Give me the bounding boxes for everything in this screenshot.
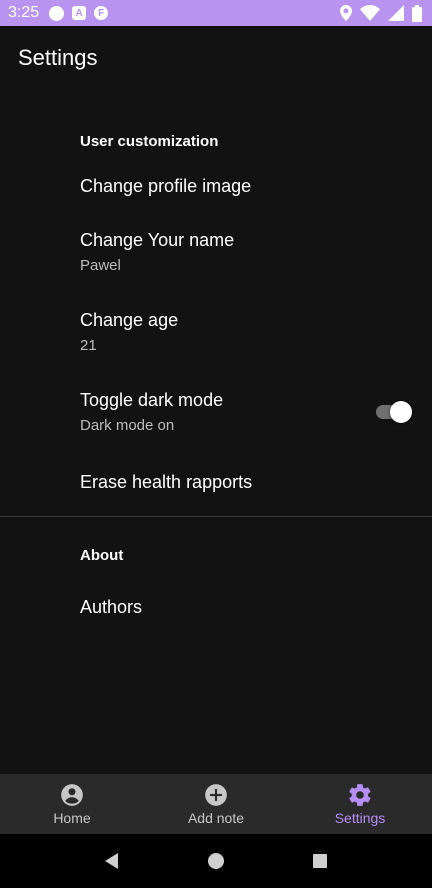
pref-title: Authors: [80, 596, 143, 617]
home-circle-icon: [208, 853, 224, 869]
system-navigation-bar: [0, 834, 432, 888]
pref-change-name[interactable]: Change Your name Pawel: [0, 212, 432, 292]
signal-icon: [388, 5, 404, 21]
nav-label: Add note: [187, 810, 245, 826]
page-title: Settings: [18, 45, 98, 70]
nav-add-note[interactable]: Add note: [144, 774, 288, 834]
pref-title: Change profile image: [80, 175, 252, 196]
back-triangle-icon: [105, 853, 118, 869]
pref-title: Change Your name: [80, 230, 235, 250]
battery-icon: [412, 4, 422, 22]
pref-authors[interactable]: Authors: [0, 574, 432, 640]
pref-summary: Dark mode on: [80, 417, 175, 434]
bottom-navigation: Home Add note Settings: [0, 774, 432, 834]
recents-button[interactable]: [300, 841, 340, 881]
app-bar: Settings: [0, 26, 432, 90]
nav-label: Home: [53, 810, 91, 826]
dark-mode-switch[interactable]: [376, 400, 412, 424]
account-circle-icon: [61, 784, 83, 806]
pref-summary: Pawel: [80, 257, 121, 274]
circle-icon: [49, 5, 65, 21]
switch-thumb: [390, 401, 412, 423]
location-icon: [340, 5, 352, 21]
pref-title: Erase health rapports: [80, 471, 253, 492]
a-icon: A: [72, 6, 87, 20]
category-about: About: [80, 547, 124, 564]
system-icons: [340, 4, 422, 22]
notification-icons: A F: [49, 5, 109, 21]
back-button[interactable]: [92, 841, 132, 881]
settings-screen: 3:25 A F Settings User customization Cha…: [0, 0, 432, 888]
nav-home[interactable]: Home: [0, 774, 144, 834]
settings-list: User customization Change profile image …: [0, 90, 432, 640]
gear-icon: [349, 784, 371, 806]
pref-change-age[interactable]: Change age 21: [0, 292, 432, 372]
status-time: 3:25: [8, 4, 40, 21]
pref-title: Toggle dark mode: [80, 390, 224, 410]
nav-label: Settings: [334, 810, 386, 826]
home-button[interactable]: [196, 841, 236, 881]
recents-square-icon: [313, 854, 327, 868]
status-bar: 3:25 A F: [0, 0, 432, 26]
nav-settings[interactable]: Settings: [288, 774, 432, 834]
category-user-customization: User customization: [80, 133, 219, 150]
pref-summary: 21: [80, 337, 97, 354]
pref-erase-health-rapports[interactable]: Erase health rapports: [0, 452, 432, 512]
wifi-icon: [360, 5, 380, 21]
add-circle-icon: [205, 784, 227, 806]
pref-toggle-dark-mode[interactable]: Toggle dark mode Dark mode on: [0, 372, 432, 452]
pref-title: Change age: [80, 310, 179, 330]
f-icon: F: [94, 6, 109, 20]
pref-change-profile-image[interactable]: Change profile image: [0, 160, 432, 212]
